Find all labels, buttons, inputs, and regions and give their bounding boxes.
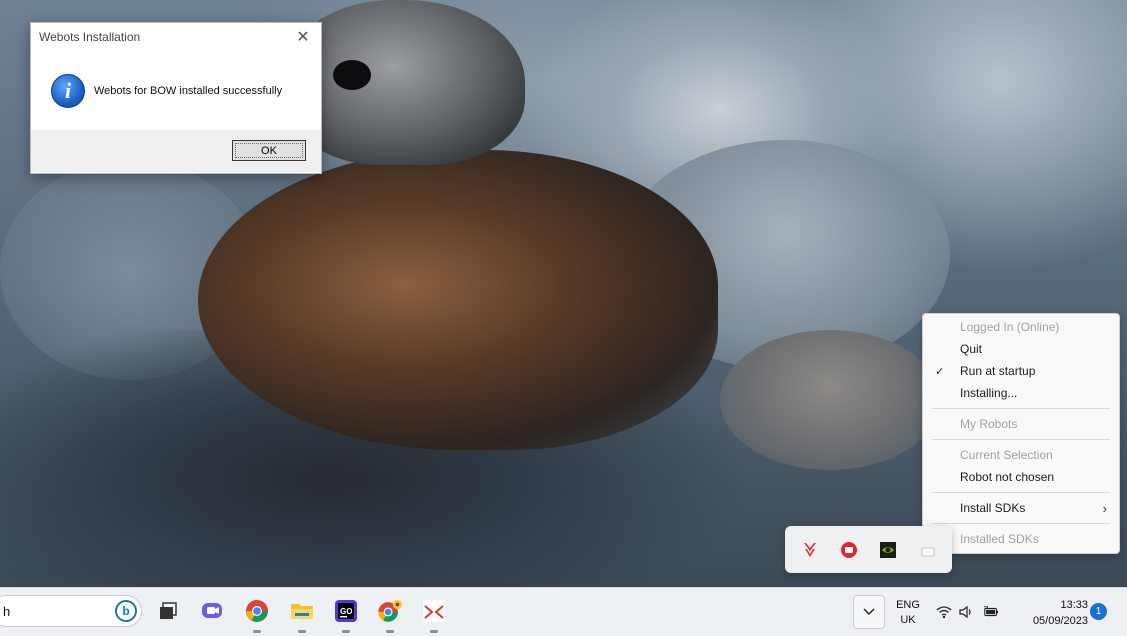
search-box[interactable]: h b — [0, 595, 142, 627]
language-code: ENG — [896, 599, 920, 611]
menu-item-label: Logged In (Online) — [960, 320, 1060, 334]
menu-separator — [932, 439, 1110, 440]
running-indicator — [298, 630, 306, 633]
menu-item-installed-sdks: Installed SDKs — [923, 529, 1119, 549]
dialog-message: Webots for BOW installed successfully — [94, 84, 283, 97]
file-explorer-icon[interactable] — [289, 598, 315, 624]
menu-item-run-at-startup[interactable]: ✓ Run at startup — [923, 361, 1119, 381]
dialog-body: i Webots for BOW installed successfully — [31, 51, 321, 130]
information-icon: i — [51, 73, 85, 108]
show-hidden-icons-button[interactable] — [853, 595, 885, 629]
language-indicator[interactable]: ENG UK — [893, 598, 923, 628]
menu-item-label: Install SDKs — [960, 501, 1026, 515]
svg-text:GO: GO — [340, 607, 352, 616]
menu-item-logged-in: Logged In (Online) — [923, 317, 1119, 337]
record-icon[interactable] — [840, 541, 858, 559]
bow-icon[interactable] — [801, 541, 819, 559]
menu-item-my-robots: My Robots — [923, 414, 1119, 434]
menu-separator — [932, 523, 1110, 524]
bow-app-icon[interactable] — [421, 598, 447, 624]
chrome-icon[interactable] — [244, 598, 270, 624]
menu-separator — [932, 492, 1110, 493]
menu-item-label: Installed SDKs — [960, 532, 1039, 546]
menu-item-quit[interactable]: Quit — [923, 339, 1119, 359]
running-indicator — [342, 630, 350, 633]
menu-item-label: Current Selection — [960, 448, 1053, 462]
battery-icon[interactable] — [983, 604, 999, 620]
ok-button[interactable]: OK — [232, 140, 306, 161]
menu-item-label: Robot not chosen — [960, 470, 1055, 484]
menu-item-label: Quit — [960, 342, 983, 356]
wifi-icon[interactable] — [936, 604, 952, 620]
app-icon[interactable] — [919, 541, 937, 559]
webots-installation-dialog: Webots Installation ✕ i Webots for BOW i… — [30, 22, 322, 174]
chrome-profile-icon[interactable] — [377, 598, 403, 624]
menu-item-label: My Robots — [960, 417, 1018, 431]
bing-icon[interactable]: b — [115, 600, 137, 622]
menu-item-installing[interactable]: Installing... — [923, 383, 1119, 403]
checkmark-icon: ✓ — [935, 365, 945, 378]
running-indicator — [253, 630, 261, 633]
menu-item-current-selection: Current Selection — [923, 445, 1119, 465]
close-icon[interactable]: ✕ — [293, 27, 313, 47]
notification-badge[interactable]: 1 — [1090, 603, 1107, 620]
clock-time: 13:33 — [1060, 599, 1088, 611]
nvidia-icon[interactable] — [879, 541, 897, 559]
tray-overflow-flyout — [785, 526, 952, 573]
running-indicator — [386, 630, 394, 633]
dialog-title: Webots Installation — [39, 30, 141, 44]
task-view-icon[interactable] — [155, 598, 181, 624]
running-indicator — [430, 630, 438, 633]
clock-date: 05/09/2023 — [1032, 615, 1088, 627]
clock[interactable]: 13:33 05/09/2023 — [1014, 597, 1088, 629]
menu-item-label: Run at startup — [960, 364, 1036, 378]
language-region: UK — [900, 614, 916, 626]
goland-icon[interactable]: GO — [333, 598, 359, 624]
taskbar: h b GO ENG UK 13:33 05/09/2023 1 — [0, 587, 1127, 636]
search-input[interactable]: h — [3, 604, 10, 619]
chevron-right-icon: › — [1102, 500, 1107, 516]
volume-icon[interactable] — [958, 604, 974, 620]
chevron-down-icon — [863, 608, 875, 616]
chat-icon[interactable] — [199, 598, 225, 624]
dialog-titlebar[interactable]: Webots Installation ✕ — [31, 23, 321, 51]
menu-item-label: Installing... — [960, 386, 1018, 400]
menu-item-install-sdks[interactable]: Install SDKs › — [923, 498, 1119, 518]
dialog-footer: OK — [31, 130, 321, 172]
menu-item-robot-not-chosen[interactable]: Robot not chosen — [923, 467, 1119, 487]
menu-separator — [932, 408, 1110, 409]
tray-context-menu: Logged In (Online) Quit ✓ Run at startup… — [922, 313, 1120, 554]
